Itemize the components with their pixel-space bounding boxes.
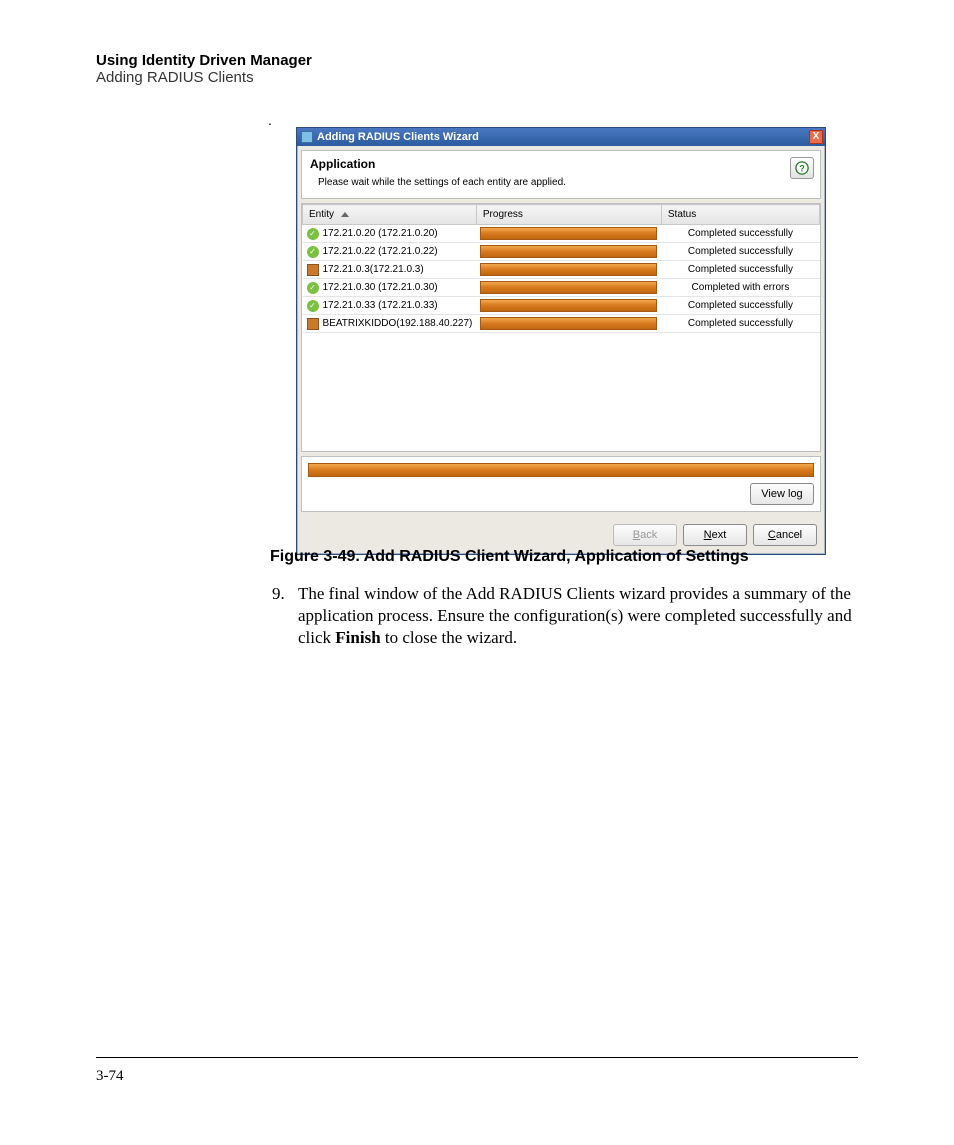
column-header-status[interactable]: Status — [661, 205, 819, 225]
status-cell: Completed successfully — [661, 261, 819, 279]
entity-label: 172.21.0.33 (172.21.0.33) — [323, 300, 438, 311]
body-paragraph: 9. The final window of the Add RADIUS Cl… — [272, 583, 852, 648]
column-header-entity[interactable]: Entity — [303, 205, 477, 225]
cancel-button[interactable]: Cancel — [753, 524, 817, 546]
status-cell: Completed successfully — [661, 297, 819, 315]
application-message: Please wait while the settings of each e… — [318, 177, 812, 188]
page-header: Using Identity Driven Manager Adding RAD… — [96, 52, 312, 86]
progress-bar — [480, 281, 657, 294]
success-icon: ✓ — [307, 228, 319, 240]
window-title: Adding RADIUS Clients Wizard — [317, 131, 479, 143]
table-row[interactable]: BEATRIXKIDDO(192.188.40.227) Completed su… — [303, 315, 820, 333]
header-title: Using Identity Driven Manager — [96, 52, 312, 69]
entity-label: 172.21.0.20 (172.21.0.20) — [323, 228, 438, 239]
table-header-row: Entity Progress Status — [303, 205, 820, 225]
column-header-progress[interactable]: Progress — [476, 205, 661, 225]
close-button[interactable]: X — [809, 130, 823, 144]
sort-ascending-icon — [341, 212, 349, 217]
table-row[interactable]: ✓ 172.21.0.22 (172.21.0.22) Completed succ… — [303, 243, 820, 261]
list-text: The final window of the Add RADIUS Clien… — [298, 583, 852, 648]
view-log-button[interactable]: View log — [750, 483, 814, 505]
progress-bar — [480, 245, 657, 258]
next-button[interactable]: Next — [683, 524, 747, 546]
status-cell: Completed successfully — [661, 243, 819, 261]
success-icon: ✓ — [307, 300, 319, 312]
entity-label: 172.21.0.22 (172.21.0.22) — [323, 246, 438, 257]
table-row[interactable]: 172.21.0.3(172.21.0.3) Completed successf… — [303, 261, 820, 279]
device-icon — [307, 264, 319, 276]
application-title: Application — [310, 157, 812, 171]
header-subtitle: Adding RADIUS Clients — [96, 69, 312, 86]
page-footer: 3-74 — [96, 1057, 858, 1085]
next-label-rest: ext — [712, 529, 727, 541]
body-text-bold: Finish — [335, 628, 380, 647]
window-title-bar: Adding RADIUS Clients Wizard X — [297, 128, 825, 146]
table-row[interactable]: ✓ 172.21.0.20 (172.21.0.20) Completed succ… — [303, 225, 820, 243]
progress-bar — [480, 317, 657, 330]
svg-text:?: ? — [799, 164, 804, 174]
window-icon — [301, 131, 313, 143]
progress-bar — [480, 227, 657, 240]
application-panel: Application Please wait while the settin… — [301, 150, 821, 199]
overall-progress-bar — [308, 463, 814, 477]
entity-label: 172.21.0.30 (172.21.0.30) — [323, 282, 438, 293]
status-cell: Completed with errors — [661, 279, 819, 297]
next-mnemonic: N — [704, 529, 712, 541]
table-row[interactable]: ✓ 172.21.0.30 (172.21.0.30) Completed with… — [303, 279, 820, 297]
figure-caption: Figure 3-49. Add RADIUS Client Wizard, A… — [270, 548, 749, 566]
back-label-rest: ack — [640, 529, 657, 541]
entity-table: Entity Progress Status ✓ 172.21.0.20 (172… — [301, 203, 821, 452]
overall-progress-panel: View log — [301, 456, 821, 512]
table-empty-area — [302, 333, 820, 451]
leading-dot: . — [268, 112, 272, 128]
status-cell: Completed successfully — [661, 225, 819, 243]
success-icon: ✓ — [307, 246, 319, 258]
status-cell: Completed successfully — [661, 315, 819, 333]
back-button: Back — [613, 524, 677, 546]
success-icon: ✓ — [307, 282, 319, 294]
device-icon — [307, 318, 319, 330]
entity-label: BEATRIXKIDDO(192.188.40.227) — [323, 318, 473, 329]
list-number: 9. — [272, 583, 288, 648]
page-number: 3-74 — [96, 1068, 124, 1084]
help-button[interactable]: ? — [790, 157, 814, 179]
progress-bar — [480, 263, 657, 276]
help-icon: ? — [795, 161, 809, 175]
table-row[interactable]: ✓ 172.21.0.33 (172.21.0.33) Completed succ… — [303, 297, 820, 315]
cancel-label-rest: ancel — [776, 529, 802, 541]
column-header-entity-label: Entity — [309, 209, 334, 220]
wizard-window: Adding RADIUS Clients Wizard X Applicati… — [296, 127, 826, 555]
body-text-after: to close the wizard. — [381, 628, 517, 647]
cancel-mnemonic: C — [768, 529, 776, 541]
entity-label: 172.21.0.3(172.21.0.3) — [323, 264, 424, 275]
back-mnemonic: B — [633, 529, 640, 541]
progress-bar — [480, 299, 657, 312]
